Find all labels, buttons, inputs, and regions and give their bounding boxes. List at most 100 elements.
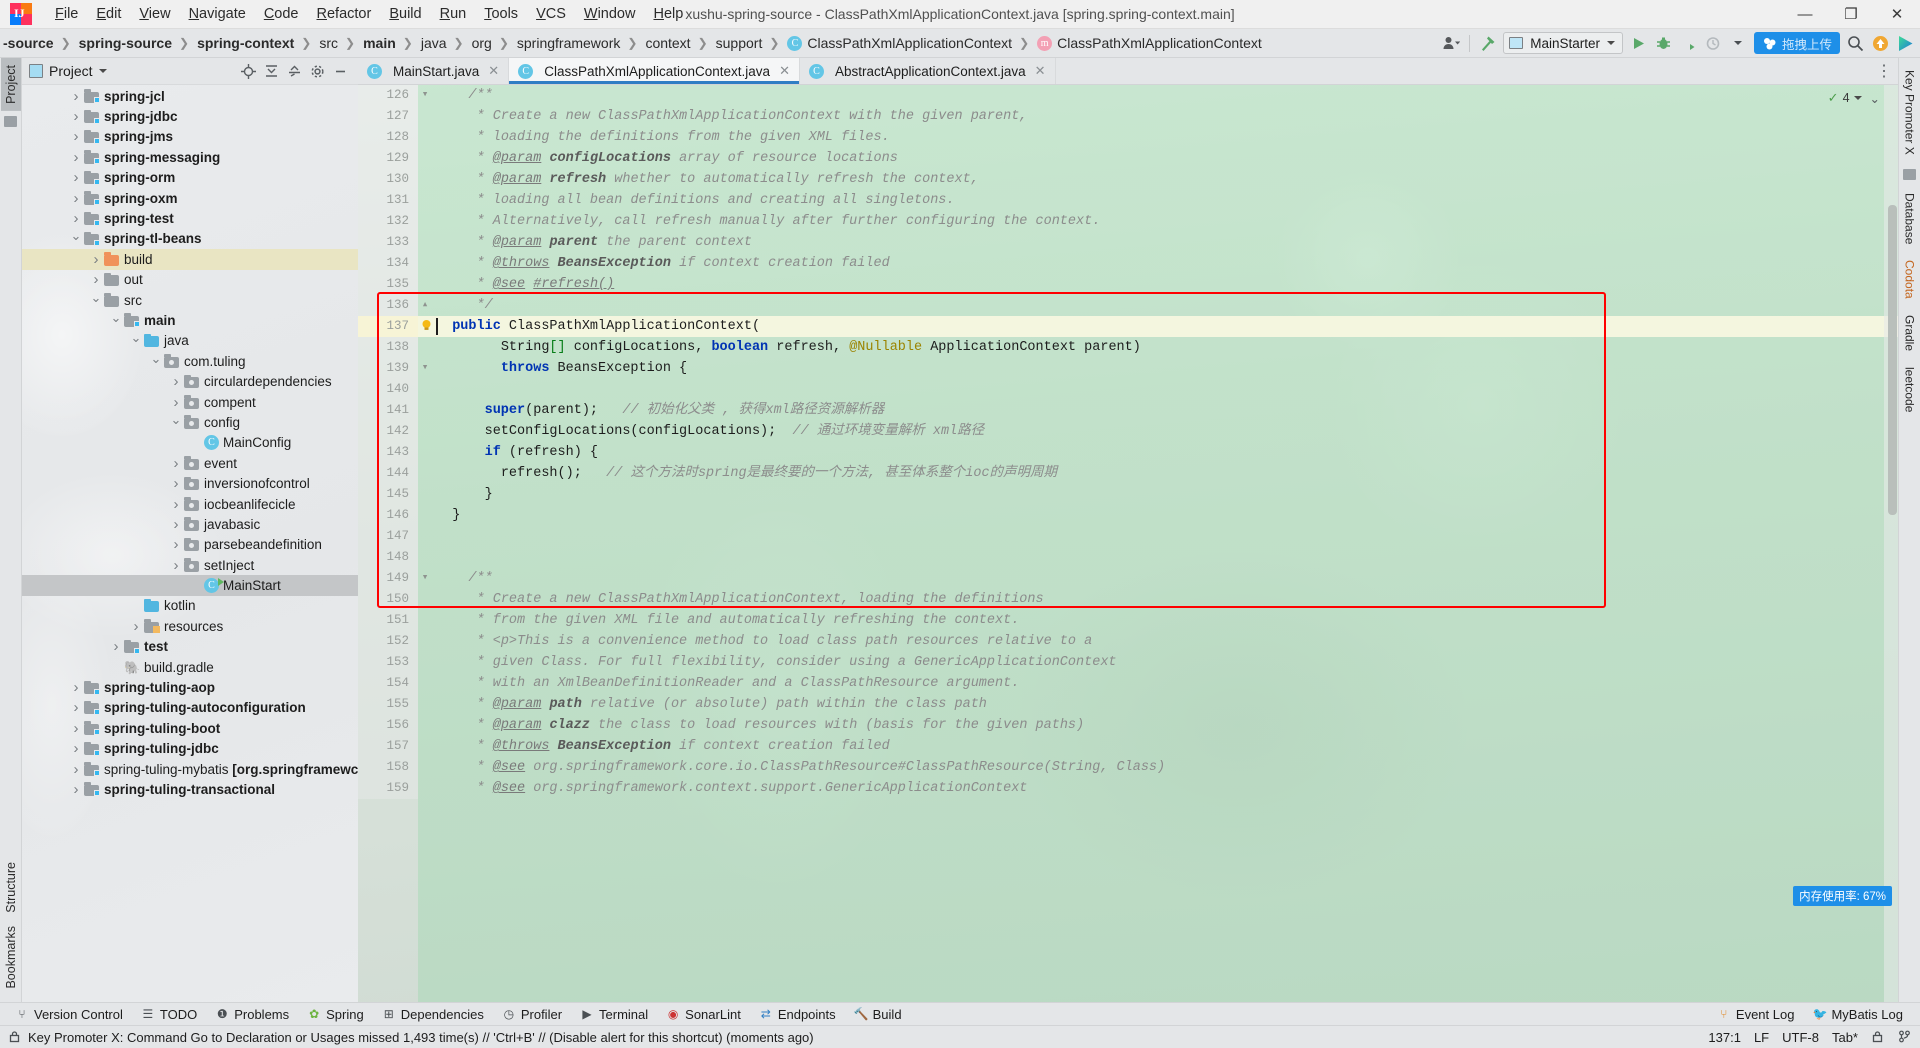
breadcrumb-item[interactable]: m ClassPathXmlApplicationContext [1034, 33, 1264, 53]
chevron-open-icon[interactable] [168, 416, 184, 429]
tree-node[interactable]: javabasic [22, 514, 358, 534]
code-text[interactable]: } [432, 505, 460, 526]
code-line[interactable]: 150 * Create a new ClassPathXmlApplicati… [358, 589, 1898, 610]
menu-item-edit[interactable]: Edit [87, 2, 130, 26]
code-text[interactable]: /** [432, 85, 492, 106]
tree-node[interactable]: spring-tuling-mybatis [org.springframewc [22, 759, 358, 779]
chevron-closed-icon[interactable] [68, 191, 84, 206]
sidebar-item-project[interactable]: Project [0, 58, 21, 111]
code-text[interactable]: * <p>This is a convenience method to loa… [432, 631, 1093, 652]
line-number[interactable]: 157 [358, 736, 418, 757]
code-text[interactable]: * loading all bean definitions and creat… [432, 190, 955, 211]
chevron-down-icon[interactable] [1853, 96, 1862, 100]
window-controls[interactable]: — ❐ ✕ [1782, 0, 1920, 28]
code-line[interactable]: 132 * Alternatively, call refresh manual… [358, 211, 1898, 232]
code-text[interactable]: * @see #refresh() [432, 274, 615, 295]
line-number[interactable]: 146 [358, 505, 418, 526]
editor-tab-options-icon[interactable]: ⋮ [1870, 58, 1898, 84]
breadcrumb-item[interactable]: context [642, 33, 692, 53]
tool-window-spring[interactable]: ✿ Spring [298, 1005, 373, 1024]
line-number[interactable]: 131 [358, 190, 418, 211]
tree-node[interactable]: parsebeandefinition [22, 535, 358, 555]
caret-position[interactable]: 137:1 [1708, 1030, 1741, 1045]
indent-setting[interactable]: Tab* [1832, 1030, 1858, 1045]
line-number[interactable]: 144 [358, 463, 418, 484]
line-number[interactable]: 147 [358, 526, 418, 547]
collapse-widget-icon[interactable]: ⌄ [1870, 91, 1880, 106]
debug-icon[interactable] [1651, 31, 1676, 56]
tree-node[interactable]: spring-tuling-autoconfiguration [22, 698, 358, 718]
chevron-closed-icon[interactable] [108, 639, 124, 654]
chevron-down-icon[interactable] [1726, 31, 1751, 56]
menu-item-build[interactable]: Build [380, 2, 430, 26]
code-text[interactable] [432, 526, 444, 547]
upload-chip[interactable]: 拖拽上传 [1753, 32, 1840, 54]
structure-strip-icon[interactable] [4, 115, 17, 127]
tree-node[interactable]: event [22, 453, 358, 473]
tree-node[interactable]: kotlin [22, 596, 358, 616]
chevron-closed-icon[interactable] [68, 680, 84, 695]
line-number[interactable]: 135 [358, 274, 418, 295]
code-line[interactable]: 140 [358, 379, 1898, 400]
close-icon[interactable]: ✕ [488, 63, 499, 79]
tree-node[interactable]: spring-tuling-transactional [22, 779, 358, 799]
line-number[interactable]: 151 [358, 610, 418, 631]
code-line[interactable]: 155 * @param path relative (or absolute)… [358, 694, 1898, 715]
code-line[interactable]: 130 * @param refresh whether to automati… [358, 169, 1898, 190]
project-tree[interactable]: spring-jcl spring-jdbc spring-jms spring-me… [22, 85, 358, 1002]
sidebar-item-database[interactable]: Database [1900, 185, 1920, 252]
lock-icon[interactable] [8, 1030, 22, 1044]
line-number[interactable]: 156 [358, 715, 418, 736]
code-text[interactable]: * @throws BeansException if context crea… [432, 253, 890, 274]
tool-window-profiler[interactable]: ◷ Profiler [493, 1005, 571, 1024]
code-lines[interactable]: 126 ▾ /** 127 * Create a new ClassPathXmlA… [358, 85, 1898, 1002]
line-number[interactable]: 126 [358, 85, 418, 106]
code-line[interactable]: 141 super(parent); // 初始化父类 , 获得xml路径资源解… [358, 400, 1898, 421]
tree-node[interactable]: spring-tuling-jdbc [22, 739, 358, 759]
editor-tab[interactable]: C MainStart.java ✕ [358, 58, 510, 84]
breadcrumb-item[interactable]: -source [0, 33, 56, 53]
search-icon[interactable] [1843, 31, 1868, 56]
tool-window-mybatis-log[interactable]: 🐦 MyBatis Log [1803, 1005, 1912, 1024]
expand-all-icon[interactable] [261, 61, 282, 82]
line-number[interactable]: 141 [358, 400, 418, 421]
play-gradient-icon[interactable] [1893, 31, 1918, 56]
user-avatar-icon[interactable] [1439, 31, 1464, 56]
code-text[interactable]: * given Class. For full flexibility, con… [432, 652, 1117, 673]
code-text[interactable]: * Alternatively, call refresh manually a… [432, 211, 1101, 232]
line-number[interactable]: 152 [358, 631, 418, 652]
chevron-closed-icon[interactable] [168, 456, 184, 471]
line-number[interactable]: 133 [358, 232, 418, 253]
line-number[interactable]: 159 [358, 778, 418, 799]
hammer-build-icon[interactable] [1475, 31, 1500, 56]
tree-node[interactable]: circulardependencies [22, 371, 358, 391]
line-number[interactable]: 140 [358, 379, 418, 400]
chevron-open-icon[interactable] [68, 232, 84, 245]
code-line[interactable]: 158 * @see org.springframework.core.io.C… [358, 757, 1898, 778]
update-icon[interactable] [1868, 31, 1893, 56]
left-tool-strip[interactable]: Project Structure Bookmarks [0, 58, 22, 1002]
chevron-closed-icon[interactable] [168, 537, 184, 552]
code-text[interactable]: * Create a new ClassPathXmlApplicationCo… [432, 106, 1028, 127]
line-number[interactable]: 150 [358, 589, 418, 610]
code-text[interactable]: * @param path relative (or absolute) pat… [432, 694, 987, 715]
tree-node[interactable]: spring-jcl [22, 86, 358, 106]
fold-marker[interactable]: ▴ [418, 295, 432, 316]
breadcrumb-item[interactable]: spring-context [194, 33, 296, 53]
code-line[interactable]: 159 * @see org.springframework.context.s… [358, 778, 1898, 799]
editor-tab[interactable]: C ClassPathXmlApplicationContext.java ✕ [509, 58, 800, 84]
breadcrumb-item[interactable]: C ClassPathXmlApplicationContext [784, 33, 1014, 53]
code-line[interactable]: 146 } [358, 505, 1898, 526]
minimize-button[interactable]: — [1782, 0, 1828, 29]
code-line[interactable]: 145 } [358, 484, 1898, 505]
breadcrumb-item[interactable]: spring-source [76, 33, 174, 53]
code-line[interactable]: 134 * @throws BeansException if context … [358, 253, 1898, 274]
line-number[interactable]: 129 [358, 148, 418, 169]
chevron-closed-icon[interactable] [68, 89, 84, 104]
line-number[interactable]: 148 [358, 547, 418, 568]
code-line[interactable]: 138 String[] configLocations, boolean re… [358, 337, 1898, 358]
tree-node[interactable]: C MainStart [22, 575, 358, 596]
branch-icon[interactable] [1898, 1030, 1912, 1044]
tool-window-bar[interactable]: ⑂ Version Control ☰ TODO ❶ Problems ✿ Spring ⊞ De… [0, 1002, 1920, 1025]
chevron-closed-icon[interactable] [68, 211, 84, 226]
